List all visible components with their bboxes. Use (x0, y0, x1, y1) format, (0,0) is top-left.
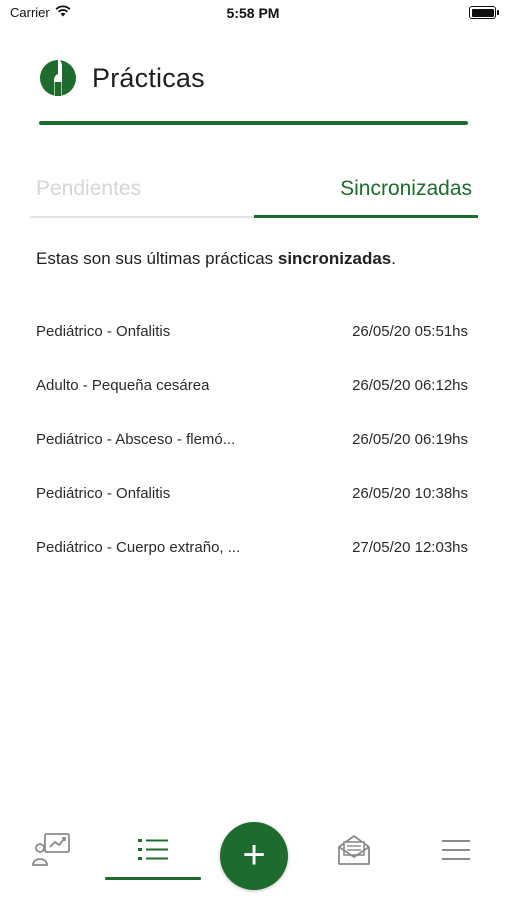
header-divider (39, 121, 468, 125)
presentation-icon (32, 832, 72, 868)
app-logo-icon (38, 58, 78, 98)
practice-date: 26/05/20 05:51hs (352, 322, 468, 340)
list-item[interactable]: Adulto - Pequeña cesárea 26/05/20 06:12h… (36, 358, 468, 412)
list-item[interactable]: Pediátrico - Onfalitis 26/05/20 05:51hs (36, 304, 468, 358)
practice-date: 26/05/20 06:12hs (352, 376, 468, 394)
list-item[interactable]: Pediátrico - Onfalitis 26/05/20 10:38hs (36, 466, 468, 520)
nav-mail-button[interactable] (324, 828, 384, 872)
intro-text-lead: Estas son sus últimas prácticas (36, 249, 278, 268)
list-item[interactable]: Pediátrico - Cuerpo extraño, ... 27/05/2… (36, 520, 468, 574)
active-tab-indicator (254, 215, 478, 218)
practice-date: 26/05/20 10:38hs (352, 484, 468, 502)
nav-active-indicator (105, 877, 201, 880)
app-header: Prácticas (38, 56, 205, 100)
battery-fill (471, 8, 494, 17)
intro-text: Estas son sus últimas prácticas sincroni… (36, 249, 476, 269)
list-item[interactable]: Pediátrico - Absceso - flemó... 26/05/20… (36, 412, 468, 466)
page-title: Prácticas (92, 62, 205, 93)
intro-text-emphasis: sincronizadas (277, 249, 392, 268)
practice-date: 27/05/20 12:03hs (352, 538, 468, 556)
practice-name: Pediátrico - Onfalitis (36, 322, 171, 340)
nav-presentation-button[interactable] (22, 828, 82, 872)
practice-list: Pediátrico - Onfalitis 26/05/20 05:51hs … (36, 304, 468, 574)
practice-name: Pediátrico - Absceso - flemó... (36, 430, 236, 448)
practice-name: Pediátrico - Onfalitis (36, 484, 171, 502)
nav-list-button[interactable] (123, 828, 183, 872)
battery-icon (469, 6, 499, 19)
status-time: 5:58 PM (226, 5, 280, 21)
bottom-nav: + (0, 808, 506, 900)
list-icon (136, 836, 170, 864)
plus-icon: + (242, 832, 266, 877)
intro-text-end: . (391, 249, 396, 268)
menu-icon (441, 837, 471, 863)
practice-name: Pediátrico - Cuerpo extraño, ... (36, 538, 241, 556)
tab-sincronizadas[interactable]: Sincronizadas (254, 168, 478, 220)
status-bar: Carrier 5:58 PM (0, 0, 506, 26)
practice-name: Adulto - Pequeña cesárea (36, 376, 210, 394)
battery-cap (497, 10, 499, 15)
tab-pendientes[interactable]: Pendientes (30, 168, 254, 220)
practice-date: 26/05/20 06:19hs (352, 430, 468, 448)
mail-icon (336, 833, 372, 867)
nav-menu-button[interactable] (426, 828, 486, 872)
tab-bar: Pendientes Sincronizadas (30, 168, 478, 222)
add-practice-button[interactable]: + (220, 822, 288, 890)
